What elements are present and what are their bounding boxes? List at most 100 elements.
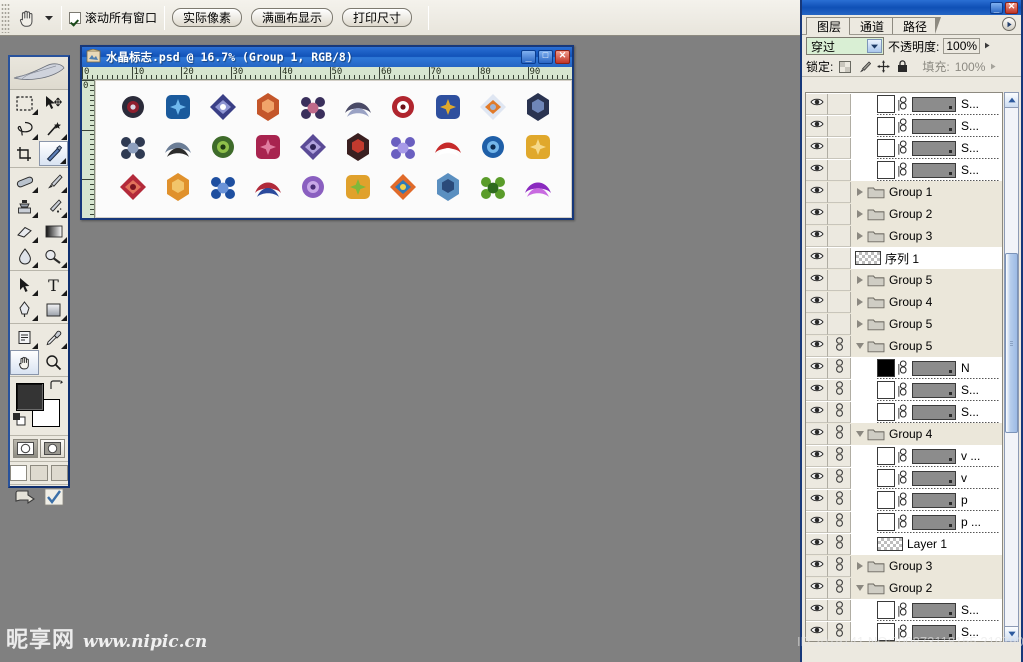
layer-row-body[interactable]: Group 3 [851, 225, 1002, 247]
flyout-triangle[interactable] [32, 212, 38, 218]
layer-visibility-toggle[interactable] [806, 181, 828, 203]
layer-visibility-toggle[interactable] [806, 203, 828, 225]
mask-link-icon[interactable]: | [897, 360, 910, 376]
layer-row-body[interactable]: Group 5 [851, 269, 1002, 291]
pen-tool-icon[interactable] [10, 297, 39, 322]
flyout-triangle[interactable] [32, 134, 38, 140]
scrollbar-thumb[interactable] [1005, 253, 1018, 433]
layer-row-body[interactable]: | S... [851, 137, 1002, 159]
standard-mode-icon[interactable] [13, 439, 38, 458]
layer-visibility-toggle[interactable] [806, 489, 828, 511]
gradient-tool-icon[interactable] [39, 219, 68, 244]
layer-row[interactable]: | S... [806, 115, 1002, 137]
check-icon[interactable] [44, 488, 64, 509]
flyout-triangle[interactable] [61, 134, 67, 140]
options-bar-gripper[interactable] [1, 2, 10, 33]
layer-row-body[interactable]: Layer 1 [851, 533, 1002, 555]
mask-link-icon[interactable]: | [897, 140, 910, 156]
full-screen-menubar-icon[interactable] [30, 465, 48, 481]
dodge-tool-icon[interactable] [39, 244, 68, 269]
layer-thumbnail[interactable] [855, 251, 881, 265]
layer-visibility-toggle[interactable] [806, 555, 828, 577]
move-tool-icon[interactable] [39, 91, 68, 116]
type-tool-icon[interactable]: T [39, 272, 68, 297]
chevron-right-icon[interactable] [853, 210, 867, 218]
chevron-down-icon[interactable] [867, 39, 882, 53]
layer-link-toggle[interactable] [828, 203, 851, 225]
mask-link-icon[interactable]: | [897, 448, 910, 464]
maximize-button[interactable]: □ [538, 50, 553, 64]
layer-visibility-toggle[interactable] [806, 115, 828, 137]
layer-link-toggle[interactable] [828, 93, 851, 115]
swap-colors-icon[interactable] [50, 380, 63, 395]
layer-thumbnail[interactable] [877, 381, 895, 399]
layer-link-toggle[interactable] [828, 313, 851, 335]
layer-link-toggle[interactable] [828, 577, 851, 599]
mask-link-icon[interactable]: | [897, 514, 910, 530]
layer-row[interactable]: | p [806, 489, 1002, 511]
layer-row-body[interactable]: | S... [851, 159, 1002, 181]
flyout-triangle[interactable] [32, 343, 38, 349]
layer-row[interactable]: | S... [806, 379, 1002, 401]
flyout-triangle[interactable] [61, 290, 67, 296]
layer-thumbnail[interactable] [877, 403, 895, 421]
layer-row[interactable]: Layer 1 [806, 533, 1002, 555]
layer-row-body[interactable]: | v [851, 467, 1002, 489]
layer-visibility-toggle[interactable] [806, 445, 828, 467]
layer-group-row[interactable]: Group 2 [806, 203, 1002, 225]
layer-row-body[interactable]: | S... [851, 401, 1002, 423]
rectangle-shape-tool-icon[interactable] [39, 297, 68, 322]
layer-row-body[interactable]: | S... [851, 379, 1002, 401]
layer-visibility-toggle[interactable] [806, 423, 828, 445]
layer-visibility-toggle[interactable] [806, 159, 828, 181]
notes-tool-icon[interactable] [10, 325, 39, 350]
layer-visibility-toggle[interactable] [806, 269, 828, 291]
chevron-right-icon[interactable] [853, 188, 867, 196]
layer-mask-thumbnail[interactable] [912, 382, 956, 398]
slice-tool-icon[interactable] [39, 141, 68, 166]
layer-thumbnail[interactable] [877, 359, 895, 377]
default-colors-icon[interactable] [13, 413, 26, 429]
lock-image-icon[interactable] [857, 60, 871, 74]
print-size-button[interactable]: 打印尺寸 [342, 8, 413, 27]
layer-group-row[interactable]: Group 5 [806, 335, 1002, 357]
palette-minimize-button[interactable]: _ [990, 1, 1003, 14]
mask-link-icon[interactable]: | [897, 404, 910, 420]
hand-tool-icon[interactable] [10, 3, 44, 33]
layer-thumbnail[interactable] [877, 513, 895, 531]
layer-mask-thumbnail[interactable] [912, 118, 956, 134]
layer-visibility-toggle[interactable] [806, 533, 828, 555]
mask-link-icon[interactable]: | [897, 96, 910, 112]
layer-link-toggle[interactable] [828, 159, 851, 181]
opacity-value[interactable]: 100% [943, 38, 981, 54]
layer-row-body[interactable]: Group 2 [851, 203, 1002, 225]
layer-group-row[interactable]: Group 5 [806, 313, 1002, 335]
layer-row-body[interactable]: Group 4 [851, 423, 1002, 445]
layer-row-body[interactable]: | S... [851, 93, 1002, 115]
layer-link-toggle[interactable] [828, 533, 851, 555]
layer-visibility-toggle[interactable] [806, 357, 828, 379]
layer-thumbnail[interactable] [877, 117, 895, 135]
layer-row[interactable]: | S... [806, 401, 1002, 423]
layer-mask-thumbnail[interactable] [912, 470, 956, 486]
layer-visibility-toggle[interactable] [806, 247, 828, 269]
layer-row-body[interactable]: | p [851, 489, 1002, 511]
layer-row[interactable]: | S... [806, 93, 1002, 115]
layer-row[interactable]: | S... [806, 599, 1002, 621]
layer-group-row[interactable]: Group 4 [806, 291, 1002, 313]
document-title-bar[interactable]: 水晶标志.psd @ 16.7% (Group 1, RGB/8) _ □ ✕ [82, 47, 572, 67]
layer-mask-thumbnail[interactable] [912, 448, 956, 464]
layer-link-toggle[interactable] [828, 379, 851, 401]
layer-thumbnail[interactable] [877, 95, 895, 113]
layer-visibility-toggle[interactable] [806, 511, 828, 533]
layer-mask-thumbnail[interactable] [912, 162, 956, 178]
layer-group-row[interactable]: Group 2 [806, 577, 1002, 599]
tab-paths[interactable]: 路径 [892, 17, 942, 34]
layer-link-toggle[interactable] [828, 401, 851, 423]
layer-mask-thumbnail[interactable] [912, 140, 956, 156]
full-screen-icon[interactable] [50, 465, 68, 481]
palette-menu-icon[interactable] [1002, 17, 1016, 31]
opacity-slider-arrow-icon[interactable] [984, 40, 991, 52]
mask-link-icon[interactable]: | [897, 162, 910, 178]
chevron-right-icon[interactable] [853, 232, 867, 240]
